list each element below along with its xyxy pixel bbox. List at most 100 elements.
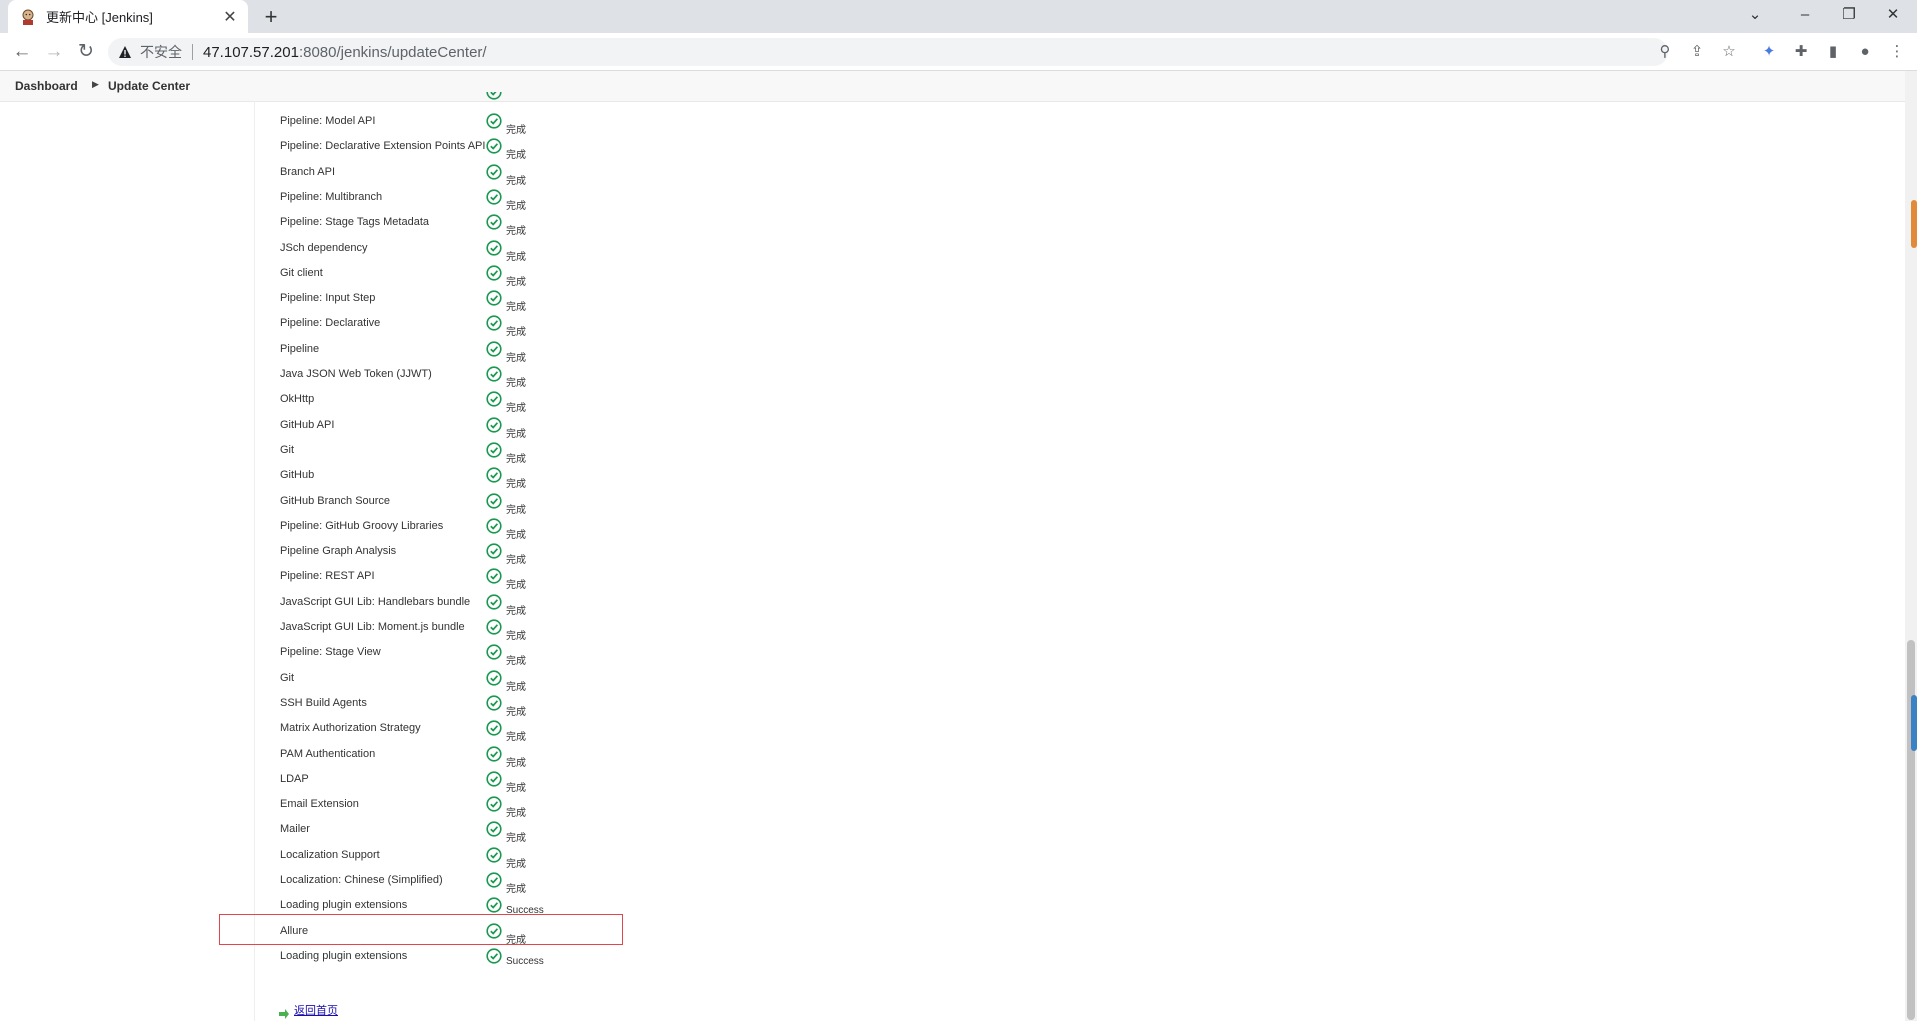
list-item: Pipeline: Declarative 完成 (280, 315, 680, 340)
warning-icon (119, 46, 131, 58)
back-arrow-icon[interactable]: ← (8, 38, 36, 66)
status-text: 完成 (506, 605, 526, 617)
plugin-name: Pipeline: Stage Tags Metadata (280, 216, 430, 229)
check-circle-icon (486, 897, 502, 913)
status-text: 完成 (506, 706, 526, 718)
plugin-name: GitHub (280, 469, 315, 482)
breadcrumb-dashboard[interactable]: Dashboard (15, 79, 78, 93)
bookmark-star-icon[interactable]: ☆ (1718, 41, 1740, 63)
profile-avatar-icon[interactable]: ● (1854, 41, 1876, 63)
scroll-marker (1911, 200, 1917, 248)
status-text: 完成 (506, 681, 526, 693)
check-circle-icon (486, 189, 502, 205)
side-panel-icon[interactable]: ▮ (1822, 41, 1844, 63)
check-circle-icon (486, 113, 502, 129)
address-bar[interactable]: 不安全 47.107.57.201:8080/jenkins/updateCen… (108, 38, 1668, 66)
new-tab-button[interactable]: + (258, 4, 284, 30)
check-circle-icon (486, 315, 502, 331)
status-text: 完成 (506, 150, 526, 162)
extensions-puzzle-icon[interactable]: ✚ (1790, 41, 1812, 63)
check-circle-icon (486, 518, 502, 534)
close-tab-icon[interactable]: ✕ (218, 7, 242, 27)
plugin-name: GitHub Branch Source (280, 494, 391, 507)
plugin-name: Branch API (280, 165, 336, 178)
list-item: Pipeline: Stage View 完成 (280, 644, 680, 669)
status-text: 完成 (506, 529, 526, 541)
check-circle-icon (486, 239, 502, 256)
plugin-name: Git client (280, 266, 323, 279)
list-item: Email Extension 完成 (280, 796, 680, 821)
url-host: 47.107.57.201 (203, 43, 299, 61)
breadcrumb-separator-icon: ▶ (92, 79, 99, 89)
status-text: 完成 (506, 352, 526, 364)
plugin-name: Git (280, 443, 295, 456)
plugin-name: Pipeline: REST API (280, 570, 375, 583)
plugin-name: Loading plugin extensions (280, 899, 408, 912)
plugin-name: LDAP (280, 772, 309, 785)
menu-kebab-icon[interactable]: ⋮ (1886, 41, 1908, 63)
status-text: 完成 (506, 403, 526, 415)
plugin-name: Localization Support (280, 848, 380, 861)
list-item: Pipeline: Multibranch 完成 (280, 189, 680, 214)
sidebar-divider (254, 101, 255, 1021)
check-circle-icon (486, 138, 502, 154)
minimize-button[interactable]: – (1783, 0, 1827, 33)
highlight-annotation-box (219, 914, 623, 945)
plugin-name: Pipeline: Input Step (280, 292, 376, 305)
list-item: Branch API 完成 (280, 163, 680, 189)
browser-toolbar: ← → ↻ 不安全 47.107.57.201:8080/jenkins/upd… (0, 33, 1917, 71)
status-text: 完成 (506, 251, 526, 263)
list-item: PAM Authentication 完成 (280, 745, 680, 771)
breadcrumb-update-center[interactable]: Update Center (108, 79, 190, 93)
plugin-name: Matrix Authorization Strategy (280, 722, 421, 735)
status-text: 完成 (506, 226, 526, 238)
list-item: Pipeline 完成 (280, 341, 680, 366)
check-circle-icon (486, 341, 502, 357)
reload-icon[interactable]: ↻ (72, 38, 100, 66)
status-text: 完成 (506, 125, 526, 136)
list-item: Git client 完成 (280, 265, 680, 290)
status-text: 完成 (506, 580, 526, 592)
check-circle-icon (486, 366, 502, 382)
close-window-button[interactable]: ✕ (1871, 0, 1915, 33)
jenkins-favicon-icon (22, 9, 34, 25)
plugin-name: Email Extension (280, 798, 359, 811)
list-item: OkHttp 完成 (280, 391, 680, 416)
plugin-name: Mailer (280, 823, 310, 836)
list-item: Matrix Authorization Strategy 完成 (280, 720, 680, 745)
extension-bird-icon[interactable]: ✦ (1758, 41, 1780, 63)
plugin-name: Pipeline: Declarative (280, 317, 381, 330)
status-text: 完成 (506, 555, 526, 567)
check-circle-icon (486, 442, 502, 458)
list-item: Localization Support 完成 (280, 847, 680, 872)
check-circle-icon (486, 163, 502, 180)
check-circle-icon (486, 492, 502, 509)
status-text: 完成 (506, 175, 526, 187)
plugin-name: Java JSON Web Token (JJWT) (280, 368, 432, 380)
plugin-name: Git (280, 671, 295, 684)
status-text: 完成 (506, 858, 526, 870)
check-circle-icon (486, 821, 502, 837)
check-circle-icon (486, 594, 502, 610)
list-item: Loading plugin extensions Success (280, 948, 680, 973)
zoom-icon[interactable]: ⚲ (1654, 41, 1676, 63)
list-item: Pipeline: REST API 完成 (280, 568, 680, 593)
plugin-name: SSH Build Agents (280, 696, 367, 709)
share-icon[interactable]: ⇪ (1686, 41, 1708, 63)
plugin-name: Pipeline: GitHub Groovy Libraries (280, 519, 444, 532)
status-text: 完成 (506, 276, 526, 288)
tab-search-icon[interactable]: ⌄ (1733, 0, 1777, 33)
check-circle-icon (486, 720, 502, 736)
omnibox-divider (192, 44, 193, 60)
browser-tab[interactable]: 更新中心 [Jenkins] ✕ (8, 0, 248, 33)
list-item: JavaScript GUI Lib: Moment.js bundle 完成 (280, 619, 680, 644)
plugin-name: OkHttp (280, 393, 315, 406)
plugin-name: GitHub API (280, 418, 335, 431)
return-home-link[interactable]: 返回首页 (294, 1002, 338, 1018)
status-text: 完成 (506, 504, 526, 516)
check-circle-icon (486, 669, 502, 686)
forward-arrow-icon[interactable]: → (40, 38, 68, 66)
status-text: 完成 (506, 200, 526, 212)
list-item: Localization: Chinese (Simplified) 完成 (280, 872, 680, 897)
restore-button[interactable]: ❐ (1827, 0, 1871, 33)
